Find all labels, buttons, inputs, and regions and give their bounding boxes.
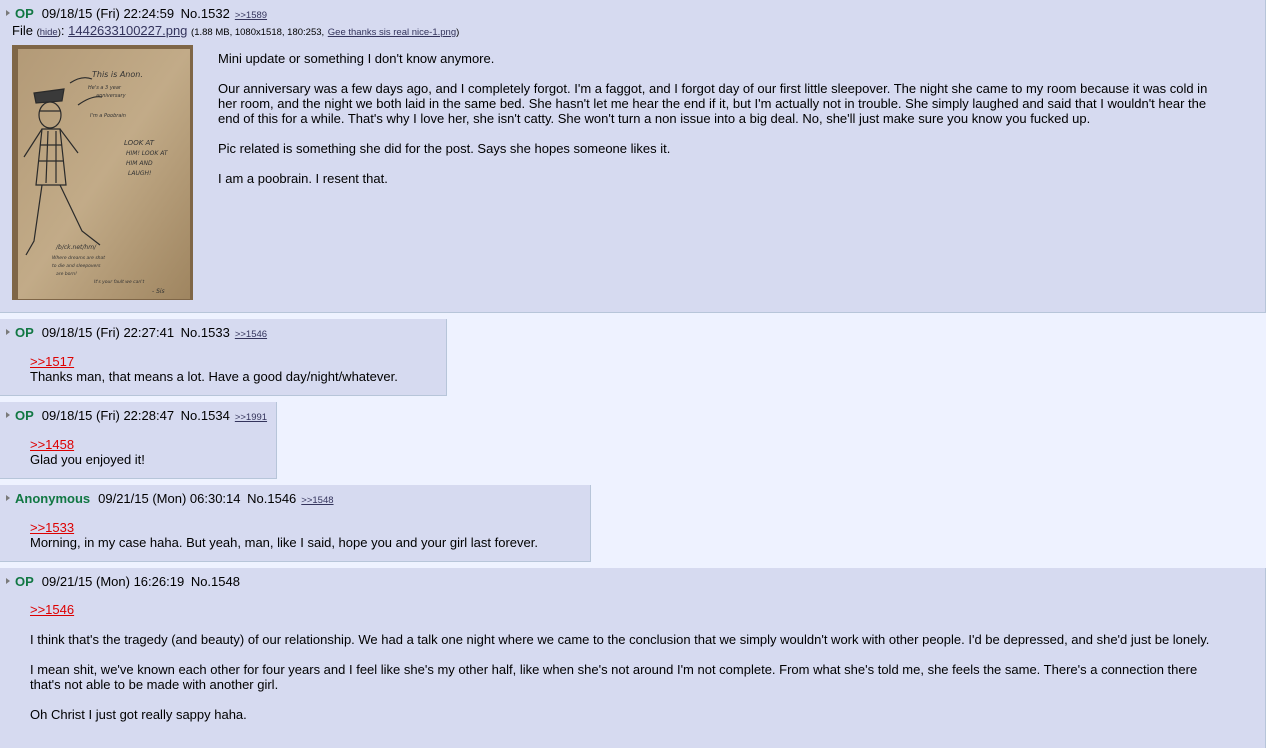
post-paragraph: Our anniversary was a few days ago, and … <box>218 81 1208 126</box>
post-header: OP 09/18/15 (Fri) 22:27:41 No.1533 >>1546 <box>6 325 267 342</box>
expand-arrow-icon[interactable] <box>6 329 10 335</box>
post-paragraph: I think that's the tragedy (and beauty) … <box>30 632 1210 647</box>
post-paragraph: I am a poobrain. I resent that. <box>218 171 388 186</box>
svg-text:to die and sleepovers: to die and sleepovers <box>52 263 101 269</box>
post-body: >>1517 Thanks man, that means a lot. Hav… <box>30 354 440 384</box>
post-paragraph: Morning, in my case haha. But yeah, man,… <box>30 535 538 550</box>
post-number[interactable]: No.1532 <box>181 6 230 21</box>
post-body: >>1546 I think that's the tragedy (and b… <box>30 602 1230 722</box>
post-number[interactable]: No.1534 <box>181 408 230 423</box>
quote-link[interactable]: >>1517 <box>30 354 440 369</box>
expand-arrow-icon[interactable] <box>6 578 10 584</box>
svg-text:HIM! LOOK AT: HIM! LOOK AT <box>126 150 169 157</box>
svg-text:/b/ck.net/hm/: /b/ck.net/hm/ <box>55 244 97 251</box>
post-1533: OP 09/18/15 (Fri) 22:27:41 No.1533 >>1546 … <box>0 319 447 396</box>
poster-name: OP <box>15 325 34 340</box>
post-paragraph: Glad you enjoyed it! <box>30 452 145 467</box>
post-paragraph: Pic related is something she did for the… <box>218 141 671 156</box>
poster-name: OP <box>15 574 34 589</box>
expand-arrow-icon[interactable] <box>6 412 10 418</box>
post-date: 09/21/15 (Mon) 06:30:14 <box>98 491 241 506</box>
svg-text:- Sis: - Sis <box>152 288 165 295</box>
quote-link[interactable]: >>1533 <box>30 520 585 535</box>
post-number[interactable]: No.1546 <box>247 491 296 506</box>
post-date: 09/18/15 (Fri) 22:27:41 <box>41 325 175 340</box>
original-filename-link[interactable]: Gee thanks sis real nice-1.png <box>328 27 456 38</box>
post-header: OP 09/18/15 (Fri) 22:28:47 No.1534 >>1991 <box>6 408 267 425</box>
expand-arrow-icon[interactable] <box>6 495 10 501</box>
svg-text:anniversary: anniversary <box>96 93 127 99</box>
svg-text:This is Anon.: This is Anon. <box>92 70 143 79</box>
svg-text:LOOK AT: LOOK AT <box>124 139 155 147</box>
post-1532: OP 09/18/15 (Fri) 22:24:59 No.1532 >>1589 … <box>0 0 1266 313</box>
file-name-link[interactable]: 1442633100227.png <box>68 23 187 38</box>
file-meta: (1.88 MB, 1080x1518, 180:253, <box>191 27 325 38</box>
poster-name: OP <box>15 6 34 21</box>
post-paragraph: Thanks man, that means a lot. Have a goo… <box>30 369 398 384</box>
post-image-thumbnail[interactable]: This is Anon. He's a 3 year anniversary … <box>12 45 193 300</box>
svg-text:LAUGH!: LAUGH! <box>128 170 151 177</box>
post-header: OP 09/21/15 (Mon) 16:26:19 No.1548 <box>6 574 240 589</box>
expand-arrow-icon[interactable] <box>6 10 10 16</box>
post-header: OP 09/18/15 (Fri) 22:24:59 No.1532 >>1589 <box>6 6 267 23</box>
post-1534: OP 09/18/15 (Fri) 22:28:47 No.1534 >>1991 … <box>0 402 277 479</box>
post-1548: OP 09/21/15 (Mon) 16:26:19 No.1548 >>1546… <box>0 568 1266 748</box>
post-header: Anonymous 09/21/15 (Mon) 06:30:14 No.1546… <box>6 491 334 508</box>
svg-text:It's your fault we can't: It's your fault we can't <box>94 279 144 285</box>
post-date: 09/21/15 (Mon) 16:26:19 <box>41 574 185 589</box>
quote-link[interactable]: >>1458 <box>30 437 270 452</box>
post-body: >>1458 Glad you enjoyed it! <box>30 437 270 467</box>
poster-name: OP <box>15 408 34 423</box>
post-body: Mini update or something I don't know an… <box>218 51 1218 186</box>
backlink[interactable]: >>1548 <box>301 495 333 506</box>
post-paragraph: I mean shit, we've known each other for … <box>30 662 1198 692</box>
post-paragraph: Mini update or something I don't know an… <box>218 51 495 66</box>
hide-link[interactable]: hide <box>40 27 58 38</box>
svg-text:He's a 3 year: He's a 3 year <box>88 85 122 91</box>
quote-link[interactable]: >>1546 <box>30 602 1230 617</box>
post-date: 09/18/15 (Fri) 22:24:59 <box>41 6 175 21</box>
file-info: File (hide): 1442633100227.png (1.88 MB,… <box>12 23 460 38</box>
post-number[interactable]: No.1548 <box>191 574 240 589</box>
post-body: >>1533 Morning, in my case haha. But yea… <box>30 520 585 550</box>
backlink[interactable]: >>1991 <box>235 412 267 423</box>
post-paragraph: Oh Christ I just got really sappy haha. <box>30 707 247 722</box>
svg-text:I'm a Poobrain: I'm a Poobrain <box>90 113 126 119</box>
svg-text:HIM AND: HIM AND <box>126 160 153 167</box>
svg-text:Where dreams are shat: Where dreams are shat <box>52 255 105 261</box>
backlink[interactable]: >>1589 <box>235 10 267 21</box>
post-1546: Anonymous 09/21/15 (Mon) 06:30:14 No.1546… <box>0 485 591 562</box>
svg-text:are born!: are born! <box>56 271 77 277</box>
post-date: 09/18/15 (Fri) 22:28:47 <box>41 408 175 423</box>
post-number[interactable]: No.1533 <box>181 325 230 340</box>
file-label: File <box>12 23 33 38</box>
poster-name: Anonymous <box>15 491 91 506</box>
backlink[interactable]: >>1546 <box>235 329 267 340</box>
drawing-image: This is Anon. He's a 3 year anniversary … <box>12 45 193 300</box>
